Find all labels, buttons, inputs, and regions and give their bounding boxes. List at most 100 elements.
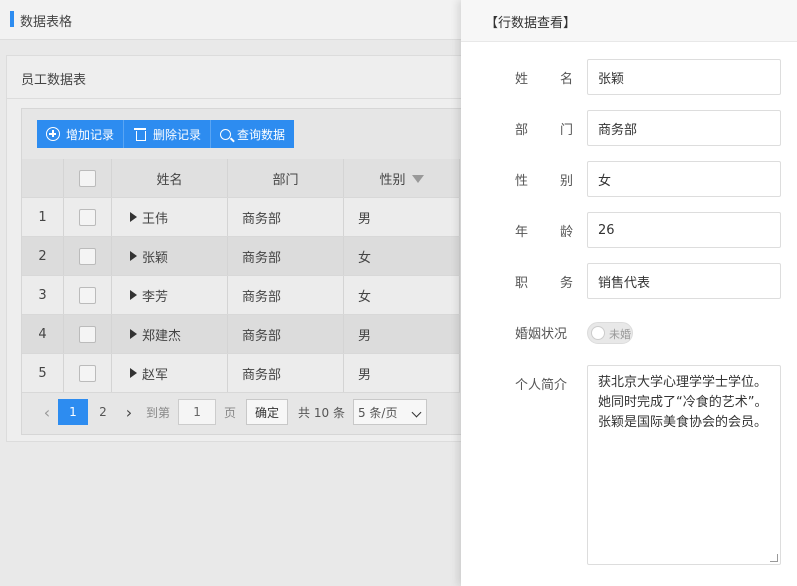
bio-label: 个人简介 bbox=[515, 378, 568, 393]
panel-title: 【行数据查看】 bbox=[461, 0, 797, 42]
add-record-button[interactable]: 增加记录 bbox=[37, 120, 125, 148]
query-data-button[interactable]: 查询数据 bbox=[211, 120, 295, 148]
row-index: 3 bbox=[22, 276, 64, 314]
pagination: ‹ 1 2 › 到第 1 页 确定 共 10 条 5 条/页 bbox=[36, 397, 427, 427]
sex-input[interactable]: 女 bbox=[587, 161, 781, 197]
name-column-header[interactable]: 姓名 bbox=[112, 159, 228, 197]
page-2-button[interactable]: 2 bbox=[88, 399, 118, 425]
married-label: 婚姻状况 bbox=[515, 327, 568, 342]
row-checkbox[interactable] bbox=[79, 208, 96, 226]
total-count: 共 10 条 bbox=[298, 405, 345, 420]
table-row[interactable]: 5 赵军 商务部 男 bbox=[22, 354, 460, 393]
prev-page-icon[interactable]: ‹ bbox=[36, 403, 58, 422]
row-checkbox[interactable] bbox=[79, 247, 96, 265]
field-label: 性别 bbox=[515, 170, 573, 189]
field-married: 婚姻状况 未婚 bbox=[461, 318, 797, 354]
field-sex: 性别 女 bbox=[461, 161, 797, 197]
label-char: 年 bbox=[515, 225, 529, 240]
label-char: 龄 bbox=[559, 225, 573, 240]
add-record-label: 增加记录 bbox=[66, 127, 115, 142]
row-checkbox[interactable] bbox=[79, 364, 96, 382]
name-value: 王伟 bbox=[142, 211, 169, 227]
divider bbox=[7, 98, 485, 99]
grid-toolbar: 增加记录 删除记录 查询数据 bbox=[37, 120, 295, 148]
job-title-input[interactable]: 销售代表 bbox=[587, 263, 781, 299]
label-char: 门 bbox=[559, 123, 573, 138]
table-row[interactable]: 2 张颖 商务部 女 bbox=[22, 237, 460, 276]
label-char: 务 bbox=[559, 276, 573, 291]
dept-cell: 商务部 bbox=[228, 354, 344, 392]
field-age: 年 龄 26 bbox=[461, 212, 797, 248]
expand-caret-icon[interactable] bbox=[130, 329, 137, 339]
employee-table-card: 员工数据表 增加记录 删除记录 查询数据 姓名 部门 性别 1 王伟 商务部 男… bbox=[6, 55, 486, 442]
label-char: 名 bbox=[559, 72, 573, 87]
field-dept: 部门 商务部 bbox=[461, 110, 797, 146]
search-icon bbox=[220, 128, 232, 140]
table-row[interactable]: 3 李芳 商务部 女 bbox=[22, 276, 460, 315]
row-checkbox[interactable] bbox=[79, 286, 96, 304]
expand-caret-icon[interactable] bbox=[130, 368, 137, 378]
page-1-button[interactable]: 1 bbox=[58, 399, 88, 425]
row-checkbox[interactable] bbox=[79, 325, 96, 343]
sex-column-label: 性别 bbox=[379, 172, 406, 188]
title-accent-bar bbox=[10, 11, 14, 27]
sex-cell: 女 bbox=[344, 237, 460, 275]
select-all-cell bbox=[64, 159, 112, 197]
table-row[interactable]: 4 郑建杰 商务部 男 bbox=[22, 315, 460, 354]
bio-text: 获北京大学心理学学士学位。她同时完成了“冷食的艺术”。张颖是国际美食协会的会员。 bbox=[598, 375, 768, 430]
row-index: 2 bbox=[22, 237, 64, 275]
married-toggle[interactable]: 未婚 bbox=[587, 322, 633, 344]
age-input[interactable]: 26 bbox=[587, 212, 781, 248]
name-value: 张颖 bbox=[142, 250, 169, 266]
row-checkbox-cell bbox=[64, 237, 112, 275]
page-size-select[interactable]: 5 条/页 bbox=[352, 399, 427, 425]
employee-table: 姓名 部门 性别 1 王伟 商务部 男 2 张颖 商务部 女 3 李芳 商务部 … bbox=[22, 159, 460, 393]
filter-icon[interactable] bbox=[411, 175, 424, 183]
label-char: 姓 bbox=[515, 72, 529, 87]
label-char: 职 bbox=[515, 276, 529, 291]
field-name: 姓名 张颖 bbox=[461, 59, 797, 95]
dept-cell: 商务部 bbox=[228, 315, 344, 353]
table-row[interactable]: 1 王伟 商务部 男 bbox=[22, 198, 460, 237]
dept-input[interactable]: 商务部 bbox=[587, 110, 781, 146]
field-title: 职 务 销售代表 bbox=[461, 263, 797, 299]
sex-cell: 男 bbox=[344, 198, 460, 236]
card-title: 员工数据表 bbox=[21, 73, 87, 88]
trash-icon bbox=[133, 127, 147, 141]
expand-caret-icon[interactable] bbox=[130, 251, 137, 261]
index-header bbox=[22, 159, 64, 197]
goto-confirm-button[interactable]: 确定 bbox=[246, 399, 289, 425]
sex-cell: 女 bbox=[344, 276, 460, 314]
toggle-text: 未婚 bbox=[609, 328, 631, 341]
name-cell: 郑建杰 bbox=[112, 315, 228, 353]
toggle-knob bbox=[591, 326, 605, 340]
row-detail-panel: 【行数据查看】 姓名 张颖 部门 商务部 性别 女 年龄 26 职务 销售代表 … bbox=[461, 0, 797, 586]
dept-cell: 商务部 bbox=[228, 237, 344, 275]
name-input[interactable]: 张颖 bbox=[587, 59, 781, 95]
sex-column-header[interactable]: 性别 bbox=[344, 159, 460, 197]
field-label: 部门 bbox=[515, 119, 573, 138]
label-char: 别 bbox=[559, 174, 573, 189]
expand-caret-icon[interactable] bbox=[130, 212, 137, 222]
sex-cell: 男 bbox=[344, 354, 460, 392]
field-label: 姓名 bbox=[515, 68, 573, 87]
resize-handle-icon[interactable] bbox=[770, 554, 778, 562]
name-value: 李芳 bbox=[142, 289, 169, 305]
select-all-checkbox[interactable] bbox=[79, 169, 96, 187]
delete-record-label: 删除记录 bbox=[153, 127, 202, 142]
row-index: 1 bbox=[22, 198, 64, 236]
query-data-label: 查询数据 bbox=[237, 127, 286, 142]
bio-textarea[interactable]: 获北京大学心理学学士学位。她同时完成了“冷食的艺术”。张颖是国际美食协会的会员。 bbox=[587, 365, 781, 565]
row-checkbox-cell bbox=[64, 276, 112, 314]
expand-caret-icon[interactable] bbox=[130, 290, 137, 300]
delete-record-button[interactable]: 删除记录 bbox=[124, 120, 212, 148]
next-page-icon[interactable]: › bbox=[118, 403, 140, 422]
goto-label: 到第 bbox=[146, 405, 171, 420]
goto-page-input[interactable]: 1 bbox=[178, 399, 217, 425]
dept-cell: 商务部 bbox=[228, 198, 344, 236]
name-cell: 张颖 bbox=[112, 237, 228, 275]
dept-cell: 商务部 bbox=[228, 276, 344, 314]
name-cell: 赵军 bbox=[112, 354, 228, 392]
dept-column-header[interactable]: 部门 bbox=[228, 159, 344, 197]
row-index: 5 bbox=[22, 354, 64, 392]
